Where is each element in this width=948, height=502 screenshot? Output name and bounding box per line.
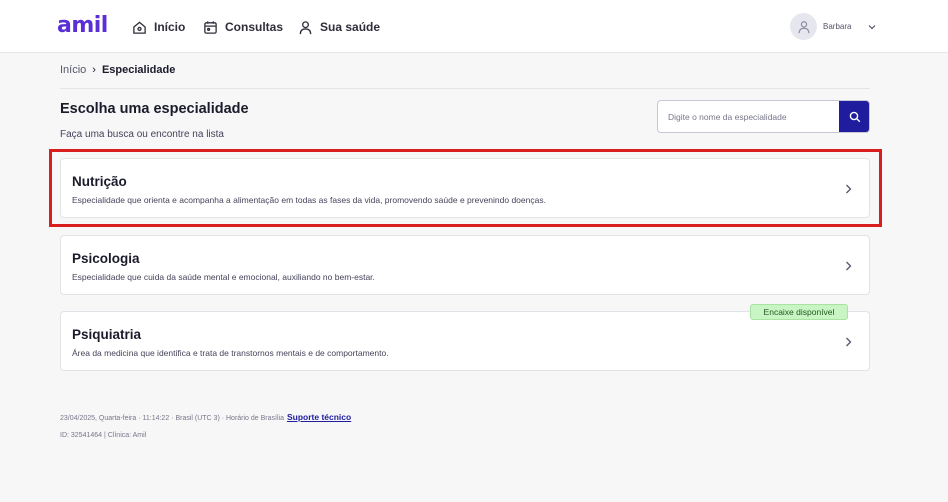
calendar-icon [204, 20, 217, 34]
chevron-down-icon[interactable] [867, 22, 877, 32]
breadcrumb-current: Especialidade [101, 64, 176, 76]
specialty-description: Especialidade que cuida da saúde mental … [72, 272, 375, 282]
nav-consultas-label: Consultas [225, 20, 284, 34]
footer-info: 23/04/2025, Quarta-feira · 11:14:22 · Br… [60, 412, 351, 422]
search-box [657, 100, 870, 133]
specialty-card-psicologia[interactable]: Psicologia Especialidade que cuida da sa… [60, 235, 870, 295]
nav-inicio-label: Início [154, 20, 186, 34]
home-icon [133, 20, 146, 34]
specialty-name: Psicologia [72, 251, 140, 266]
support-link[interactable]: Suporte técnico [287, 412, 351, 422]
nav-inicio[interactable]: Início [132, 18, 185, 36]
breadcrumb-separator: › [92, 64, 96, 76]
divider [60, 88, 870, 89]
selection-highlight [49, 149, 882, 227]
avatar-icon [798, 20, 809, 33]
search-icon [849, 111, 860, 122]
specialty-description: Área da medicina que identifica e trata … [72, 348, 389, 358]
search-button[interactable] [839, 101, 869, 132]
availability-badge: Encaixe disponível [750, 304, 848, 320]
specialty-card-psiquiatria[interactable]: Psiquiatria Área da medicina que identif… [60, 311, 870, 371]
page-title: Escolha uma especialidade [60, 101, 249, 117]
nav-sua-saude[interactable]: Sua saúde [298, 18, 380, 36]
chevron-right-icon [846, 261, 852, 271]
specialty-name: Psiquiatria [72, 327, 142, 342]
nav-sua-saude-label: Sua saúde [320, 20, 381, 34]
page-subtitle: Faça uma busca ou encontre na lista [60, 129, 224, 140]
person-icon [299, 20, 312, 34]
search-input[interactable] [658, 101, 841, 132]
nav-consultas[interactable]: Consultas [203, 18, 283, 36]
footer-ids: ID: 32541464 | Clínica: Amil [60, 432, 147, 439]
breadcrumb: Início › Especialidade [60, 64, 175, 76]
user-menu[interactable]: Barbara [790, 13, 877, 40]
amil-logo[interactable]: amil [57, 13, 108, 38]
avatar[interactable] [790, 13, 817, 40]
top-header: amil Início Consultas Sua saúde Barbara [0, 0, 948, 53]
footer-datetime: 23/04/2025, Quarta-feira · 11:14:22 · Br… [60, 415, 284, 422]
chevron-right-icon [846, 337, 852, 347]
breadcrumb-home[interactable]: Início [60, 64, 86, 76]
user-name: Barbara [823, 22, 852, 31]
